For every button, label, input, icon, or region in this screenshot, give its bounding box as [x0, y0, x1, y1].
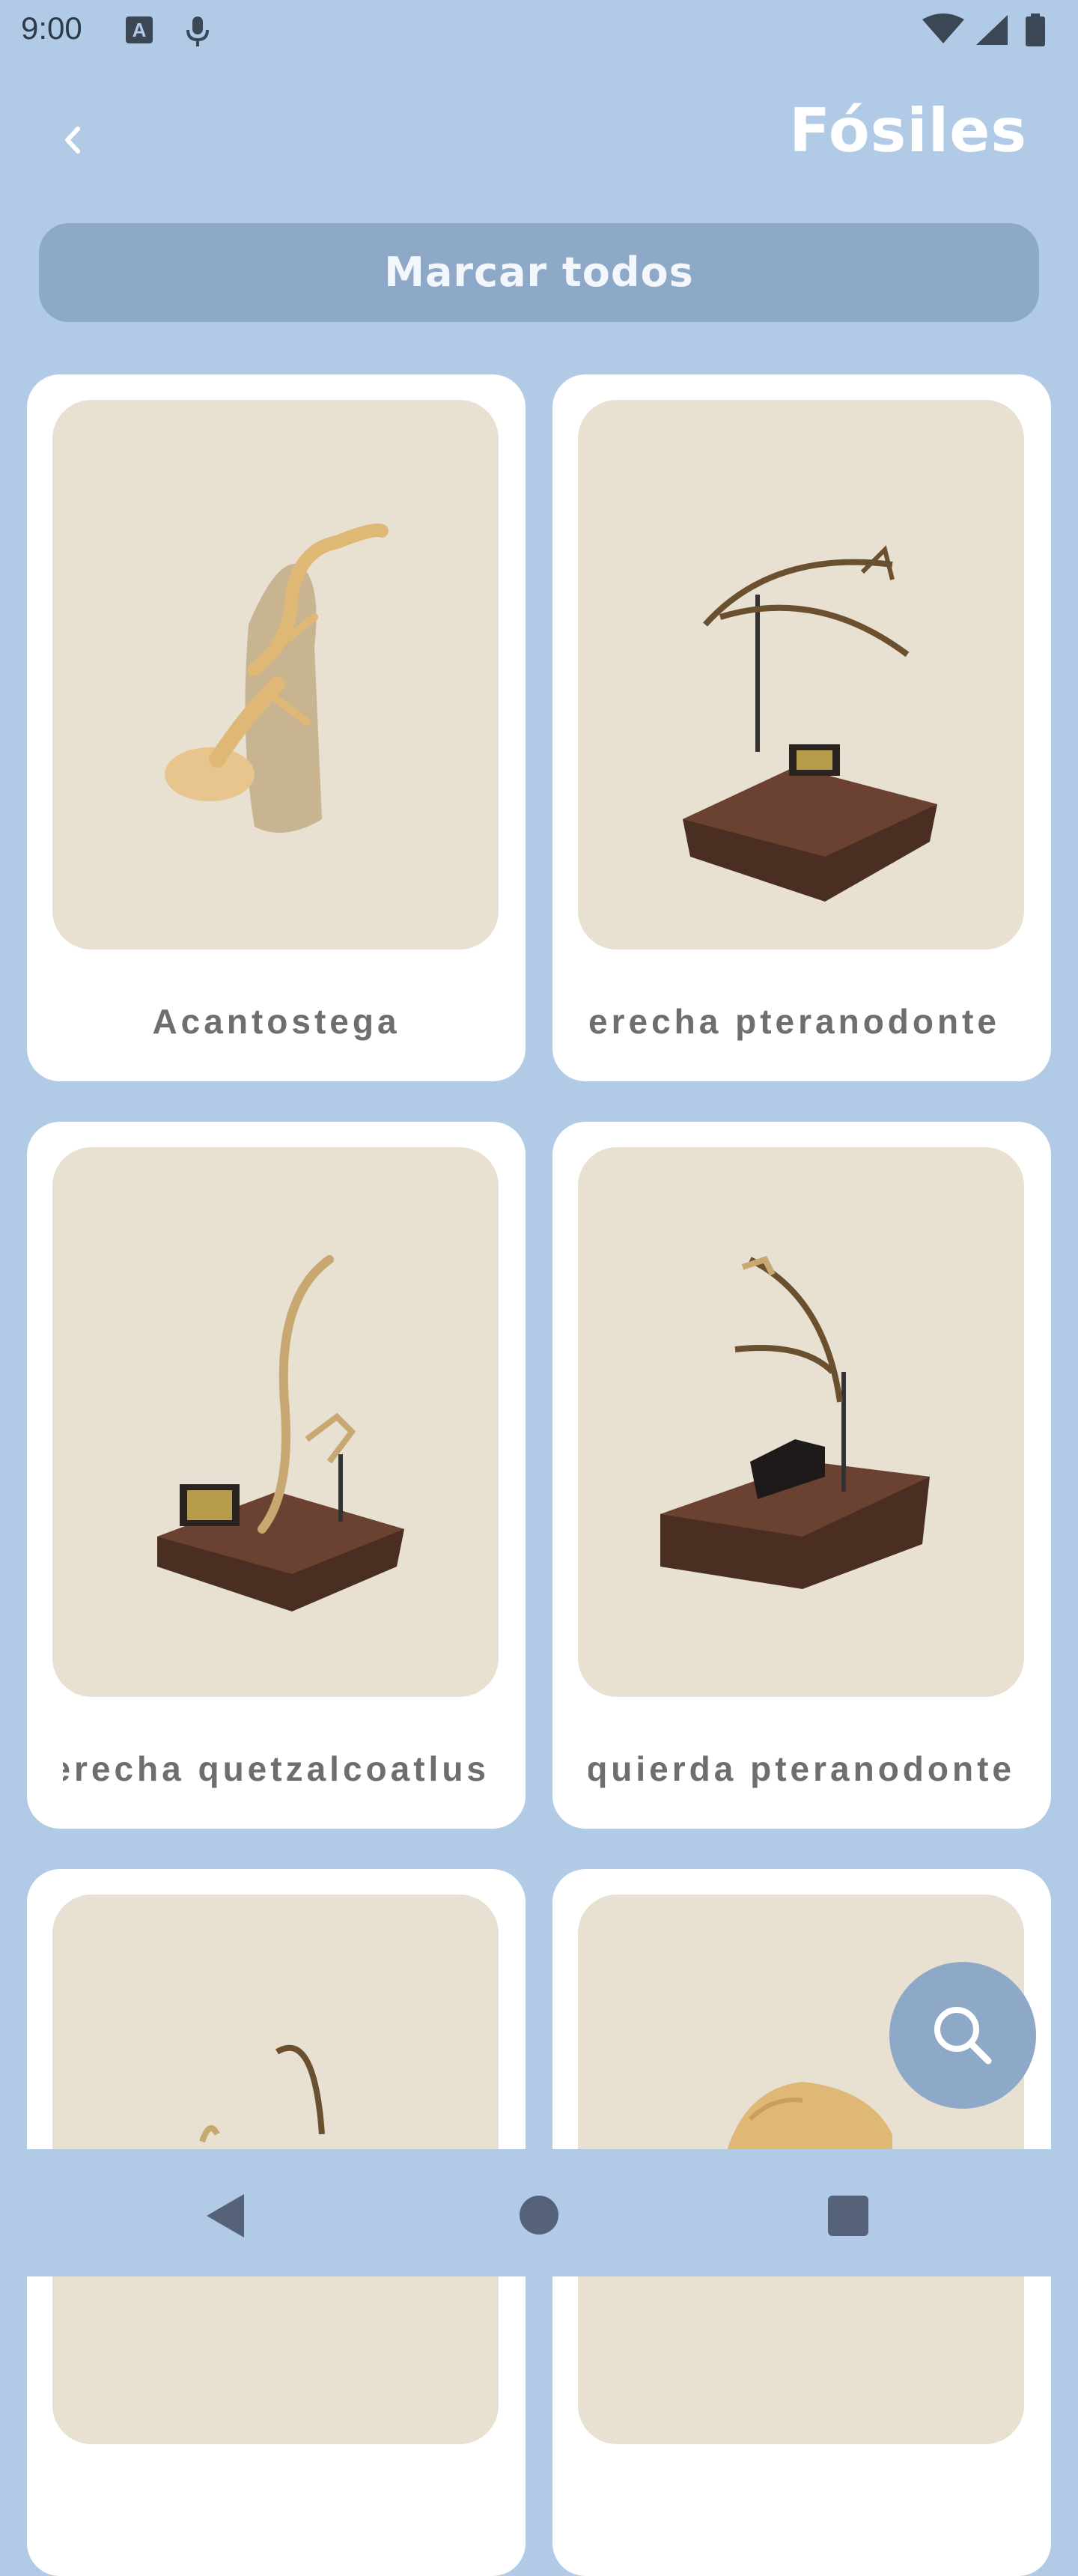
page-title: Fósiles — [789, 96, 1027, 165]
fossil-card[interactable]: erecha pteranodonte — [552, 374, 1051, 1081]
keyboard-notification-icon: A — [126, 16, 153, 43]
status-indicators — [922, 13, 1045, 46]
fossil-image — [578, 1147, 1024, 1697]
circle-home-icon[interactable] — [520, 2196, 558, 2235]
square-recents-icon[interactable] — [828, 2196, 868, 2236]
fossil-image — [578, 400, 1024, 950]
status-bar: 9:00 A — [0, 0, 1078, 63]
triangle-back-icon[interactable] — [205, 2193, 246, 2239]
system-navigation-bar — [0, 2149, 1078, 2276]
microphone-icon — [186, 16, 209, 46]
status-time: 9:00 — [21, 10, 82, 46]
search-fab[interactable] — [889, 1962, 1036, 2109]
fossil-name: zquierda pteranodonte — [588, 1749, 1015, 1788]
back-button[interactable] — [45, 112, 100, 168]
fossil-card[interactable]: zquierda pteranodonte — [552, 1122, 1051, 1829]
fossil-name — [588, 2486, 1015, 2546]
fossil-name — [63, 2486, 490, 2546]
fossil-image — [52, 1147, 499, 1697]
wifi-icon — [922, 13, 964, 43]
fossil-name: erecha quetzalcoatlus — [63, 1749, 490, 1788]
fossil-name: Acantostega — [152, 1002, 401, 1041]
battery-icon — [1026, 16, 1045, 46]
search-icon — [934, 2007, 992, 2065]
signal-icon — [976, 15, 1008, 45]
fossil-image — [52, 400, 499, 950]
fossil-card[interactable]: Acantostega — [27, 374, 526, 1081]
mark-all-button[interactable]: Marcar todos — [39, 223, 1039, 322]
fossil-card[interactable]: erecha quetzalcoatlus — [27, 1122, 526, 1829]
fossil-name: erecha pteranodonte — [588, 1002, 1000, 1041]
